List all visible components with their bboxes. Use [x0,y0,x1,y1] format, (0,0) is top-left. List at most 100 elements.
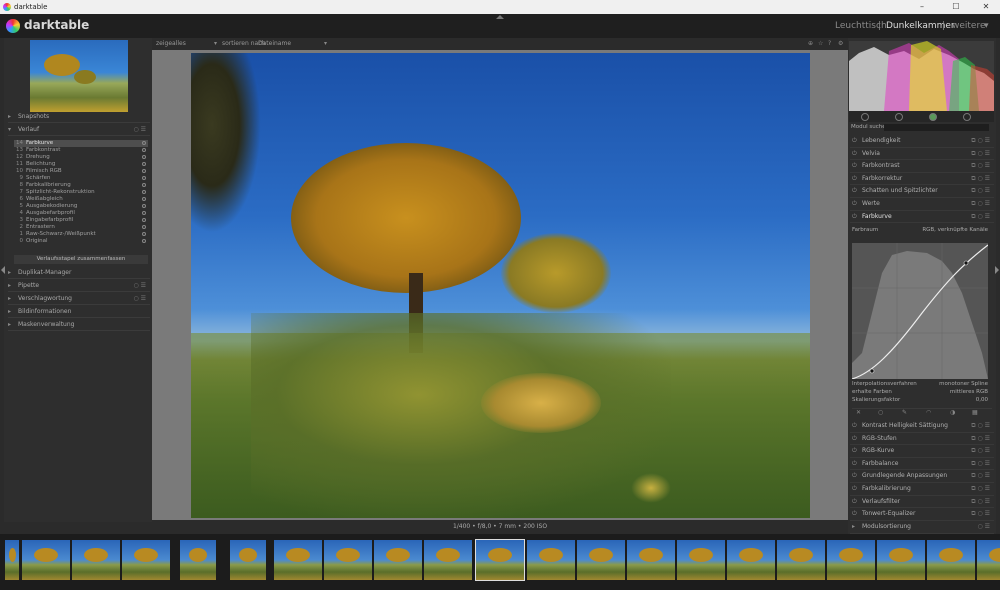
history-item[interactable]: 1 Raw-Schwarz-/Weißpunkt [14,231,148,238]
power-icon[interactable]: ⏻ [852,160,862,173]
help-icon[interactable]: ? [828,38,831,50]
power-icon[interactable]: ⏻ [852,148,862,161]
param-preserve-colors[interactable]: erhalte Farben mittleres RGB [852,388,992,396]
power-icon[interactable]: ⏻ [852,483,862,496]
effects-icon[interactable] [963,113,971,121]
module-presets-icon[interactable]: ⧉ ○ ☰ [971,198,990,211]
blend-uniform-icon[interactable]: ○ [878,409,883,416]
filmstrip-thumbnail[interactable] [180,540,216,580]
chevron-down-icon[interactable]: ▾ [214,38,217,50]
filmstrip-thumbnail[interactable] [577,540,625,580]
filmstrip-thumbnail[interactable] [475,539,525,581]
history-item[interactable]: 13 Farbkontrast [14,147,148,154]
history-item[interactable]: 4 Ausgabefarbprofil [14,210,148,217]
module-presets-icon[interactable]: ⧉ ○ ☰ [971,433,990,446]
gear-icon[interactable]: ⚙ [838,38,843,50]
color-module-icon[interactable] [929,113,937,121]
filmstrip-thumbnail[interactable] [777,540,825,580]
power-icon[interactable]: ⏻ [852,496,862,509]
filmstrip-thumbnail[interactable] [977,540,1000,580]
history-item[interactable]: 10 Filmisch RGB [14,168,148,175]
module-presets-icon[interactable]: ⧉ ○ ☰ [971,508,990,521]
power-icon[interactable] [861,113,869,121]
power-icon[interactable]: ⏻ [852,470,862,483]
module-item[interactable]: ⏻ Farbkorrektur ⧉ ○ ☰ [850,173,994,186]
module-presets-icon[interactable]: ⧉ ○ ☰ [971,483,990,496]
chevron-down-icon[interactable]: ▾ [984,21,989,31]
module-item[interactable]: ⏻ Kontrast Helligkeit Sättigung ⧉ ○ ☰ [850,420,994,433]
filmstrip-thumbnail[interactable] [527,540,575,580]
power-icon[interactable]: ⏻ [852,508,862,521]
filmstrip-thumbnail[interactable] [877,540,925,580]
module-item[interactable]: ⏻ Farbkontrast ⧉ ○ ☰ [850,160,994,173]
power-icon[interactable]: ⏻ [852,198,862,211]
module-presets-icon[interactable]: ⧉ ○ ☰ [971,211,990,224]
module-presets-icon[interactable]: ⧉ ○ ☰ [971,458,990,471]
module-item[interactable]: ⏻ Schatten und Spitzlichter ⧉ ○ ☰ [850,185,994,198]
module-item[interactable]: ⏻ Farbbalance ⧉ ○ ☰ [850,458,994,471]
module-item[interactable]: ⏻ Werte ⧉ ○ ☰ [850,198,994,211]
chevron-down-icon[interactable]: ▾ [324,38,327,50]
globe-icon[interactable]: ⊕ [808,38,813,50]
blend-parametric-icon[interactable]: ◠ [926,409,931,416]
filmstrip-thumbnail[interactable] [324,540,372,580]
maximize-button[interactable]: ☐ [944,0,968,14]
param-farbraum[interactable]: Farbraum RGB, verknüpfte Kanäle [852,226,992,234]
filmstrip-thumbnail[interactable] [72,540,120,580]
filmstrip-thumbnail[interactable] [677,540,725,580]
module-item[interactable]: ⏻ Verlaufsfilter ⧉ ○ ☰ [850,496,994,509]
navigation-thumbnail[interactable] [30,40,128,112]
history-item[interactable]: 0 Original [14,238,148,245]
power-icon[interactable]: ⏻ [852,458,862,471]
filmstrip-thumbnail[interactable] [424,540,472,580]
power-icon[interactable]: ⏻ [852,420,862,433]
history-item[interactable]: 6 Weißabgleich [14,196,148,203]
module-presets-icon[interactable]: ⧉ ○ ☰ [971,173,990,186]
power-icon[interactable]: ⏻ [852,445,862,458]
minimize-button[interactable]: – [910,0,934,14]
history-item[interactable]: 9 Schärfen [14,175,148,182]
module-item[interactable]: ⏻ RGB-Stufen ⧉ ○ ☰ [850,433,994,446]
module-presets-icon[interactable]: ⧉ ○ ☰ [971,420,990,433]
compress-history-button[interactable]: Verlaufsstapel zusammenfassen [14,255,148,264]
main-image[interactable] [191,53,810,518]
module-presets-icon[interactable]: ⧉ ○ ☰ [971,445,990,458]
module-item[interactable]: ⏻ RGB-Kurve ⧉ ○ ☰ [850,445,994,458]
module-presets-icon[interactable]: ⧉ ○ ☰ [971,496,990,509]
module-item[interactable]: ⏻ Tonwert-Equalizer ⧉ ○ ☰ [850,508,994,521]
module-presets-icon[interactable]: ⧉ ○ ☰ [971,185,990,198]
power-icon[interactable]: ⏻ [852,173,862,186]
star-icon[interactable]: ☆ [818,38,823,50]
history-item[interactable]: 2 Entrastern [14,224,148,231]
param-interpolation[interactable]: Interpolationsverfahren monotoner Spline [852,380,992,388]
add-icon[interactable] [895,113,903,121]
filmstrip-thumbnail[interactable] [827,540,875,580]
section-history[interactable]: ▾ Verlauf ○ ☰ [8,124,150,136]
collapse-top-icon[interactable] [496,15,504,19]
history-item[interactable]: 8 Farbkalibrierung [14,182,148,189]
section-snapshots[interactable]: ▸ Snapshots [8,111,150,123]
filmstrip-thumbnail[interactable] [122,540,170,580]
module-item[interactable]: ⏻ Farbkalibrierung ⧉ ○ ☰ [850,483,994,496]
curve-node[interactable] [869,368,875,374]
power-icon[interactable]: ⏻ [852,211,862,224]
power-icon[interactable]: ⏻ [852,135,862,148]
param-scale[interactable]: Skalierungsfaktor 0,00 [852,396,992,404]
collapse-left-icon[interactable] [1,266,5,274]
history-item[interactable]: 3 Eingabefarbprofil [14,217,148,224]
blend-drawn-icon[interactable]: ✎ [902,409,907,416]
module-presets-icon[interactable]: ⧉ ○ ☰ [971,135,990,148]
history-item[interactable]: 11 Belichtung [14,161,148,168]
module-item[interactable]: ⏻ Farbkurve ⧉ ○ ☰ [850,211,994,224]
module-order[interactable]: ▸ Modulsortierung ○ ☰ [850,521,994,534]
filmstrip-thumbnail[interactable] [5,540,19,580]
filmstrip-thumbnail[interactable] [374,540,422,580]
module-item[interactable]: ⏻ Velvia ⧉ ○ ☰ [850,148,994,161]
view-weitere[interactable]: weitere [952,21,986,31]
close-button[interactable]: ✕ [974,0,998,14]
filmstrip-thumbnail[interactable] [927,540,975,580]
blend-combined-icon[interactable]: ◑ [950,409,955,416]
curve-editor[interactable] [852,243,988,379]
history-item[interactable]: 7 Spitzlicht-Rekonstruktion [14,189,148,196]
section-tagging[interactable]: ▸ Verschlagwortung ○ ☰ [8,293,150,305]
